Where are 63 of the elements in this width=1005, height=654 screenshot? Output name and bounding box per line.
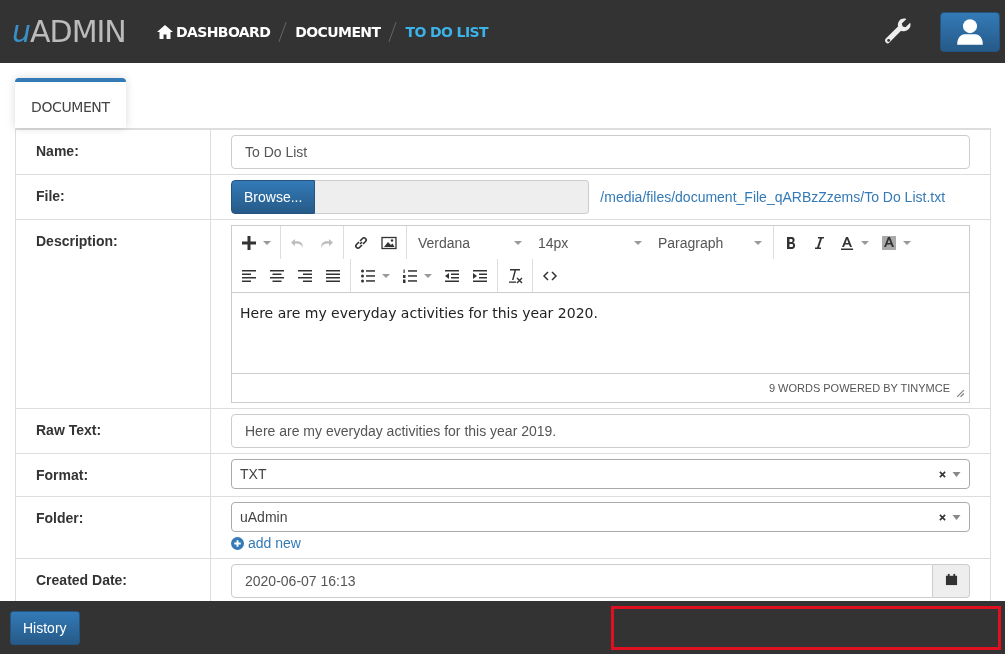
tab[interactable]: DOCUMENT (15, 78, 126, 128)
input-field[interactable]: To Do List (231, 135, 970, 169)
toolbar-dropdown[interactable]: 14px (530, 234, 650, 251)
input-field[interactable]: Here are my everyday activities for this year 2019. (231, 414, 970, 448)
plus-icon (241, 234, 257, 251)
caret-icon (424, 273, 432, 278)
field-label: File: (36, 188, 65, 204)
toolbar-dropdown[interactable]: Verdana (410, 234, 530, 251)
field-label: Format: (36, 467, 89, 483)
plus-circle-icon (231, 536, 244, 550)
user-icon (956, 17, 984, 46)
history-button[interactable]: History (10, 610, 80, 645)
dropdown-label: Verdana (418, 234, 471, 251)
logo[interactable]: uADMIN (12, 14, 152, 49)
caret-icon (861, 240, 869, 245)
field-label: Description: (36, 233, 118, 249)
resize-handle[interactable] (956, 388, 965, 398)
caret-icon (263, 240, 271, 245)
clear-format-icon (507, 267, 523, 284)
browse-button[interactable]: Browse... (231, 180, 316, 214)
outdent-icon (444, 267, 460, 284)
field-label: Raw Text: (36, 422, 102, 438)
dropdown-label: 14px (538, 234, 569, 251)
field-label: Name: (36, 143, 79, 159)
clear-icon[interactable] (939, 513, 946, 521)
align-left-icon (241, 267, 257, 284)
select-field[interactable]: uAdmin (231, 502, 970, 532)
indent-icon (472, 267, 488, 284)
text-color-icon (839, 234, 855, 251)
select-field[interactable]: TXT (231, 459, 970, 489)
bullet-list-icon (360, 267, 376, 284)
breadcrumb-link[interactable]: TO DO LIST (405, 23, 488, 40)
breadcrumb-link[interactable]: DASHBOARD (176, 23, 271, 40)
numbered-list-icon (402, 267, 418, 284)
field-label: Folder: (36, 510, 84, 526)
editor-text: Here are my everyday activities for this year 2020. (240, 305, 598, 321)
caret-icon (952, 471, 961, 477)
align-center-icon (269, 267, 285, 284)
caret-icon (634, 240, 642, 245)
justify-icon (325, 267, 341, 284)
word-count: 9 WORDS POWERED BY TINYMCE (768, 382, 950, 394)
caret-icon (514, 240, 522, 245)
caret-icon (754, 240, 762, 245)
add-new-link[interactable]: add new (231, 535, 301, 551)
caret-icon (952, 514, 961, 520)
date-field[interactable]: 2020-06-07 16:13 (231, 563, 934, 598)
file-link[interactable]: /media/files/document_File_qARBzZzems/To Do List.txt (600, 189, 946, 205)
file-field[interactable] (315, 180, 590, 214)
highlight-icon (881, 234, 897, 251)
caret-icon (382, 273, 390, 278)
align-right-icon (297, 267, 313, 284)
breadcrumb-link[interactable]: DOCUMENT (295, 23, 381, 40)
link-icon (353, 234, 369, 251)
calendar-button[interactable] (933, 563, 970, 598)
dropdown-label: Paragraph (658, 234, 724, 251)
calendar-icon (944, 572, 958, 586)
toolbar-dropdown[interactable]: Paragraph (650, 234, 770, 251)
image-icon (381, 234, 397, 251)
editor-area[interactable]: Here are my everyday activities for this year 2020. (232, 293, 969, 373)
user-button[interactable] (940, 11, 1000, 52)
clear-icon[interactable] (939, 470, 946, 478)
caret-icon (903, 240, 911, 245)
field-label: Created Date: (36, 571, 128, 588)
